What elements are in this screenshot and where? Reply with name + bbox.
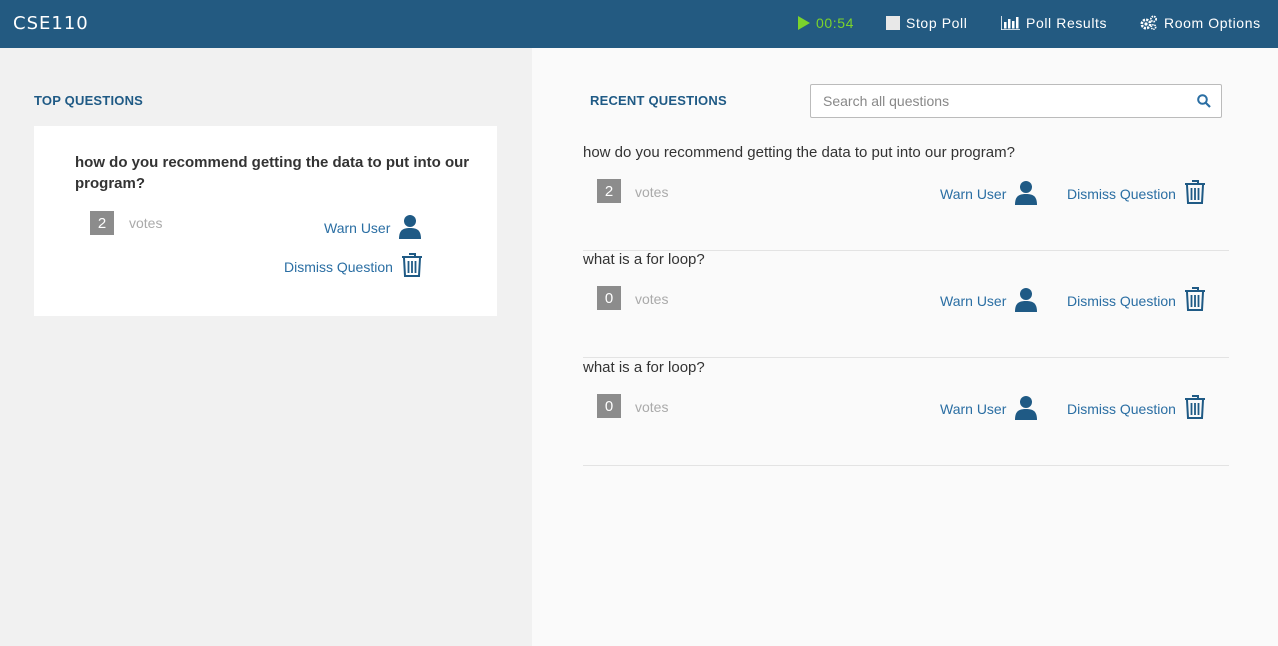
warn-user-button[interactable]: Warn User (940, 287, 1038, 315)
dismiss-question-button[interactable]: Dismiss Question (1067, 395, 1206, 422)
user-icon (390, 214, 422, 242)
play-icon (797, 16, 810, 30)
question-text: how do you recommend getting the data to… (583, 144, 1015, 161)
user-icon (1006, 395, 1038, 423)
dismiss-question-button[interactable]: Dismiss Question (284, 253, 423, 280)
vote-count: 0 (597, 286, 621, 310)
warn-user-button[interactable]: Warn User (940, 395, 1038, 423)
room-options-label: Room Options (1164, 15, 1261, 31)
question-row: how do you recommend getting the data to… (583, 144, 1229, 251)
trash-icon (1176, 395, 1206, 422)
trash-icon (1176, 180, 1206, 207)
stop-icon (886, 16, 900, 30)
dismiss-question-label: Dismiss Question (1067, 400, 1176, 417)
votes-label: votes (129, 215, 163, 231)
warn-user-button[interactable]: Warn User (324, 214, 422, 242)
top-bar: CSE110 00:54 Stop Poll Poll Results Room… (0, 0, 1278, 48)
vote-count: 0 (597, 394, 621, 418)
room-title: CSE110 (13, 13, 89, 34)
poll-results-label: Poll Results (1026, 15, 1108, 31)
votes-label: votes (635, 184, 669, 200)
votes-label: votes (635, 291, 669, 307)
dismiss-question-label: Dismiss Question (284, 258, 393, 275)
warn-user-label: Warn User (940, 293, 1007, 309)
recent-questions-heading: RECENT QUESTIONS (590, 93, 727, 108)
question-row: what is a for loop? 0 votes Warn User Di… (583, 251, 1229, 358)
timer-value: 00:54 (816, 15, 855, 31)
user-icon (1006, 180, 1038, 208)
dismiss-question-button[interactable]: Dismiss Question (1067, 180, 1206, 207)
gears-icon (1139, 15, 1158, 31)
top-questions-heading: TOP QUESTIONS (34, 93, 144, 108)
top-question-card: how do you recommend getting the data to… (34, 126, 497, 316)
warn-user-label: Warn User (940, 186, 1007, 202)
votes-label: votes (635, 399, 669, 415)
warn-user-label: Warn User (940, 401, 1007, 417)
trash-icon (393, 253, 423, 280)
vote-count: 2 (90, 211, 114, 235)
search-input[interactable] (823, 85, 1193, 117)
question-text: what is a for loop? (583, 251, 705, 268)
question-text: how do you recommend getting the data to… (75, 154, 470, 192)
stop-poll-label: Stop Poll (906, 15, 968, 31)
room-options-button[interactable]: Room Options (1139, 15, 1261, 31)
bar-chart-icon (1001, 16, 1020, 30)
warn-user-button[interactable]: Warn User (940, 180, 1038, 208)
stop-poll-button[interactable]: Stop Poll (886, 15, 967, 31)
question-row: what is a for loop? 0 votes Warn User Di… (583, 359, 1229, 466)
poll-timer: 00:54 (797, 15, 854, 31)
trash-icon (1176, 287, 1206, 314)
search-box (810, 84, 1222, 118)
vote-count: 2 (597, 179, 621, 203)
dismiss-question-button[interactable]: Dismiss Question (1067, 287, 1206, 314)
poll-results-button[interactable]: Poll Results (1001, 15, 1107, 31)
warn-user-label: Warn User (324, 220, 391, 236)
question-text: what is a for loop? (583, 359, 705, 376)
dismiss-question-label: Dismiss Question (1067, 185, 1176, 202)
dismiss-question-label: Dismiss Question (1067, 292, 1176, 309)
search-icon[interactable] (1197, 94, 1211, 113)
user-icon (1006, 287, 1038, 315)
